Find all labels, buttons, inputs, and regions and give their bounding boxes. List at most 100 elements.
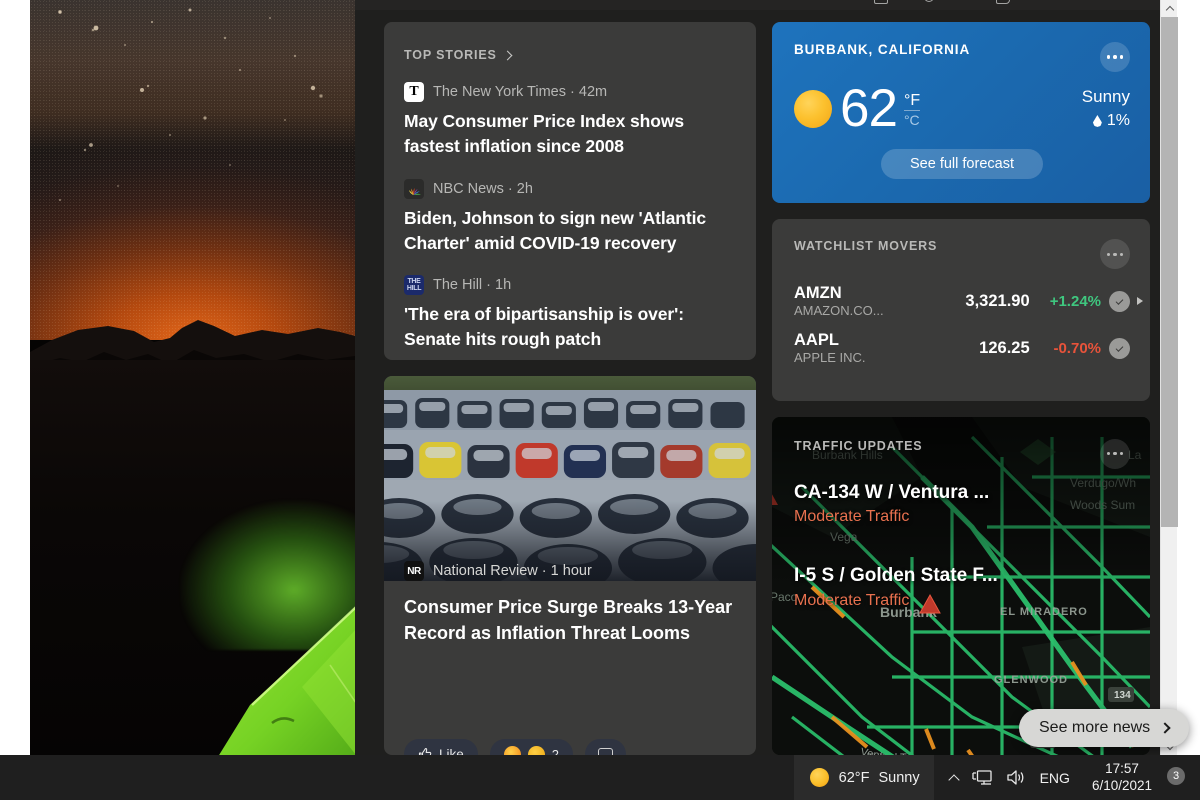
story-source-label: The Hill · 1h: [433, 277, 512, 294]
right-margin: [1177, 0, 1200, 755]
show-hidden-icons-chevron[interactable]: [947, 772, 960, 786]
story-source-row: THE HILL The Hill · 1h: [404, 275, 734, 296]
wallpaper-grain: [30, 0, 355, 340]
ticker-change: -0.70%: [1053, 340, 1101, 358]
emoji-sad-icon: [503, 745, 521, 755]
like-label: Like: [439, 746, 464, 756]
panel-header-icon-3[interactable]: [996, 0, 1010, 4]
sunny-icon: [794, 89, 832, 128]
story-item[interactable]: NBC News · 2h Biden, Johnson to sign new…: [404, 178, 734, 256]
see-more-news-label: See more news: [1039, 719, 1151, 736]
traffic-header: TRAFFIC UPDATES: [794, 438, 1130, 469]
taskbar-weather-text: 62°F Sunny: [839, 770, 920, 786]
feature-news-card[interactable]: NR National Review · 1 hour Consumer Pri…: [384, 376, 756, 755]
watchlist-row[interactable]: AMZN AMAZON.CO... 3,321.90 +1.24%: [794, 283, 1130, 320]
news-and-interests-panel: TOP STORIES T The New York Times · 42m M…: [355, 0, 1200, 755]
more-options-icon[interactable]: [1100, 438, 1130, 469]
clock-date: 6/10/2021: [1091, 777, 1152, 793]
right-column: BURBANK, CALIFORNIA 62 °F °C Sunny 1% Se…: [772, 22, 1150, 755]
see-full-forecast-button[interactable]: See full forecast: [881, 149, 1043, 179]
news-source-row: NR National Review · 1 hour: [404, 561, 736, 582]
sunny-icon: [809, 768, 829, 787]
story-item[interactable]: T The New York Times · 42m May Consumer …: [404, 82, 734, 159]
more-options-icon[interactable]: [1100, 239, 1130, 270]
story-item[interactable]: THE HILL The Hill · 1h 'The era of bipart…: [404, 275, 734, 352]
ticker-symbol: AAPL: [794, 331, 839, 350]
story-headline[interactable]: Biden, Johnson to sign new 'Atlantic Cha…: [404, 206, 734, 256]
svg-text:134: 134: [1114, 690, 1131, 701]
panel-header-icon-2[interactable]: [924, 0, 934, 2]
taskbar-condition: Sunny: [878, 769, 920, 786]
traffic-card[interactable]: Burbank Hills Verdugo/Wh Woods Sum La Ve…: [772, 416, 1150, 755]
precipitation-value: 1%: [1106, 112, 1130, 129]
watchlist-title: WATCHLIST MOVERS: [794, 239, 938, 254]
ticker-symbol: AMZN: [794, 284, 842, 303]
story-headline[interactable]: 'The era of bipartisanship is over': Sen…: [404, 302, 734, 352]
story-source-row: T The New York Times · 42m: [404, 82, 734, 102]
chevron-right-icon: [502, 50, 513, 60]
traffic-overlay: TRAFFIC UPDATES CA-134 W / Ventura ... M…: [772, 417, 1150, 610]
story-source-label: The New York Times · 42m: [433, 84, 608, 100]
watchlist-row[interactable]: AAPL APPLE INC. 126.25 -0.70%: [794, 330, 1130, 367]
weather-condition-block: Sunny 1%: [1082, 87, 1130, 130]
next-arrow-icon[interactable]: [1137, 297, 1143, 306]
comment-button[interactable]: [585, 739, 626, 755]
story-headline[interactable]: May Consumer Price Index shows fastest i…: [404, 109, 734, 159]
story-source-label: NBC News · 2h: [433, 180, 533, 197]
language-indicator[interactable]: ENG: [1040, 770, 1070, 786]
weather-main: 62 °F °C Sunny 1%: [794, 82, 1130, 135]
top-stories-card: TOP STORIES T The New York Times · 42m M…: [384, 22, 756, 361]
unit-fahrenheit[interactable]: °F: [904, 92, 920, 110]
ticker-price: 126.25: [979, 339, 1030, 358]
unit-celsius[interactable]: °C: [903, 110, 921, 129]
traffic-incident[interactable]: I-5 S / Golden State F... Moderate Traff…: [794, 564, 1130, 610]
weather-condition: Sunny: [1081, 87, 1130, 106]
ticker-company: AMAZON.CO...: [794, 303, 884, 319]
weather-header: BURBANK, CALIFORNIA: [794, 42, 1130, 72]
ticker-names: AAPL APPLE INC.: [794, 330, 940, 367]
check-circle-icon[interactable]: [1109, 338, 1130, 360]
taskbar-weather-widget[interactable]: 62°F Sunny: [793, 755, 934, 800]
ticker-company: APPLE INC.: [794, 350, 866, 366]
scrollbar-thumb[interactable]: [1161, 17, 1178, 527]
desktop-wallpaper: [30, 0, 355, 755]
national-review-logo-icon: NR: [404, 561, 424, 582]
see-more-news-button[interactable]: See more news: [1019, 709, 1190, 747]
reaction-bar: Like 2: [404, 739, 626, 755]
check-circle-icon[interactable]: [1109, 291, 1130, 313]
ticker-price: 3,321.90: [965, 292, 1030, 311]
the-hill-logo-icon: THE HILL: [404, 275, 424, 296]
traffic-status: Moderate Traffic: [794, 508, 910, 526]
more-options-icon[interactable]: [1100, 42, 1130, 72]
system-tray: ENG 17:57 6/10/2021 3: [934, 755, 1200, 800]
weather-location: BURBANK, CALIFORNIA: [794, 42, 971, 57]
taskbar: 62°F Sunny ENG 17:57 6/10/2021 3: [0, 755, 1200, 800]
weather-temperature: 62: [840, 79, 898, 138]
panel-scrollbar[interactable]: [1160, 0, 1178, 755]
news-source-label: National Review · 1 hour: [433, 563, 592, 580]
story-source-row: NBC News · 2h: [404, 178, 734, 199]
clock-time: 17:57: [1105, 761, 1139, 777]
news-headline[interactable]: Consumer Price Surge Breaks 13-Year Reco…: [404, 595, 736, 646]
temperature-unit-toggle[interactable]: °F °C: [903, 92, 921, 129]
top-stories-title: TOP STORIES: [404, 48, 497, 62]
top-stories-header[interactable]: TOP STORIES: [404, 48, 734, 62]
panel-header-strip: [355, 0, 1200, 10]
like-button[interactable]: Like: [404, 739, 478, 755]
nbc-peacock-icon: [404, 178, 424, 199]
panel-header-icon-1[interactable]: [874, 0, 888, 4]
screen: TOP STORIES T The New York Times · 42m M…: [0, 0, 1200, 800]
ticker-names: AMZN AMAZON.CO...: [794, 283, 940, 320]
traffic-status: Moderate Traffic: [794, 592, 910, 610]
car-dealership-lot-photo: [384, 376, 756, 582]
speaker-volume-icon[interactable]: [1006, 769, 1026, 786]
taskbar-clock[interactable]: 17:57 6/10/2021: [1084, 761, 1160, 794]
traffic-incident[interactable]: CA-134 W / Ventura ... Moderate Traffic: [794, 481, 1130, 527]
emoji-count: 2: [551, 746, 559, 756]
emoji-angry-icon: [527, 745, 545, 755]
weather-card[interactable]: BURBANK, CALIFORNIA 62 °F °C Sunny 1% Se…: [772, 22, 1150, 204]
emoji-reactions[interactable]: 2: [489, 739, 573, 756]
taskbar-temperature: 62°F: [838, 769, 870, 786]
network-monitor-icon[interactable]: [971, 769, 992, 786]
scroll-up-arrow-icon[interactable]: [1161, 0, 1178, 17]
